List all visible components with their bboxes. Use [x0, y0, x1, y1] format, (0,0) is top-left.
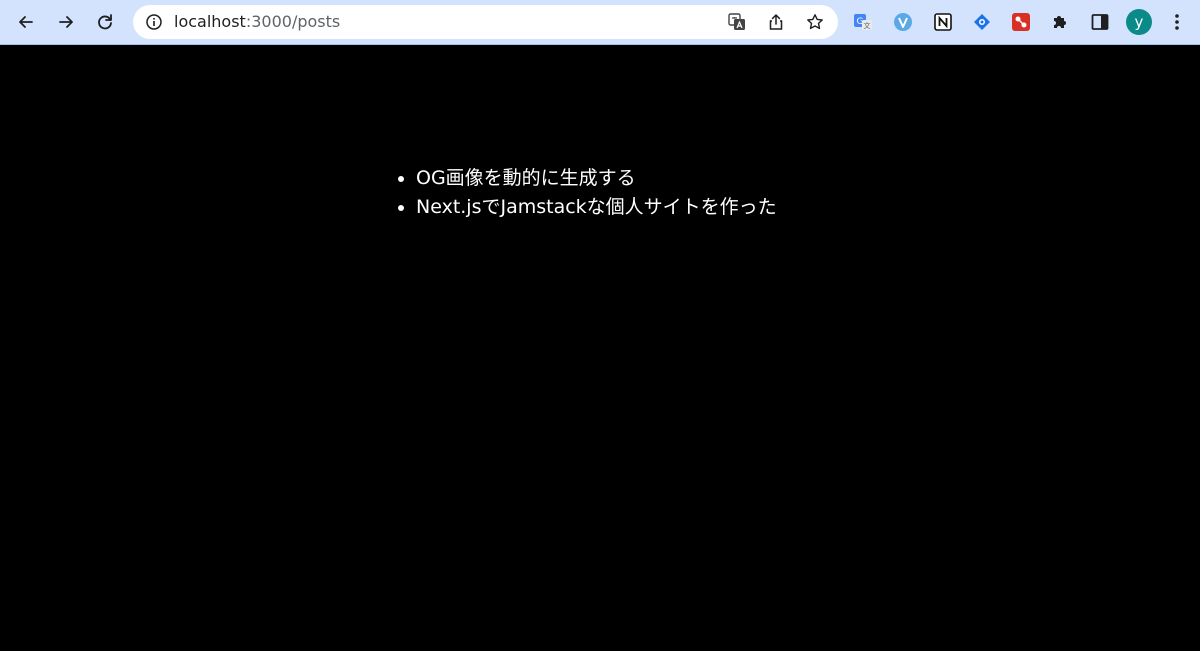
- share-button[interactable]: [765, 11, 787, 33]
- forward-button[interactable]: [51, 7, 81, 37]
- url-text[interactable]: localhost:3000/posts: [174, 12, 340, 32]
- star-icon: [807, 14, 823, 30]
- diamond-extension-icon: [974, 14, 990, 30]
- v-extension[interactable]: [892, 11, 914, 33]
- back-button[interactable]: [11, 7, 41, 37]
- side-panel-button[interactable]: [1089, 11, 1111, 33]
- post-title[interactable]: Next.jsでJamstackな個人サイトを作った: [416, 196, 777, 218]
- browser-toolbar: localhost:3000/posts G文 y: [0, 0, 1200, 45]
- browser-menu-button[interactable]: [1166, 11, 1188, 33]
- post-list-item[interactable]: OG画像を動的に生成する: [416, 164, 777, 193]
- puzzle-icon: [1054, 16, 1066, 28]
- kebab-menu-icon: [1175, 14, 1179, 30]
- red-extension[interactable]: [1010, 11, 1032, 33]
- google-translate-extension-icon: G文: [854, 14, 872, 30]
- url-path: :3000/posts: [245, 12, 341, 31]
- page-viewport: OG画像を動的に生成する Next.jsでJamstackな個人サイトを作った: [0, 46, 1200, 651]
- svg-text:文: 文: [864, 21, 871, 30]
- post-title[interactable]: OG画像を動的に生成する: [416, 167, 636, 189]
- notion-extension-icon: [934, 13, 952, 31]
- translate-button[interactable]: [726, 11, 748, 33]
- info-icon[interactable]: [145, 13, 163, 31]
- red-extension-icon: [1012, 13, 1030, 31]
- share-icon: [769, 14, 783, 30]
- address-bar[interactable]: localhost:3000/posts: [133, 5, 838, 39]
- google-translate-extension[interactable]: G文: [852, 11, 874, 33]
- bookmark-button[interactable]: [804, 11, 826, 33]
- diamond-extension[interactable]: [971, 11, 993, 33]
- back-arrow-icon: [19, 16, 33, 28]
- v-extension-icon: [894, 13, 912, 31]
- url-host: localhost: [174, 12, 246, 31]
- post-list: OG画像を動的に生成する Next.jsでJamstackな個人サイトを作った: [416, 164, 777, 222]
- translate-icon: [728, 13, 745, 30]
- side-panel-icon: [1091, 14, 1109, 30]
- profile-avatar[interactable]: y: [1126, 9, 1152, 35]
- reload-button[interactable]: [90, 7, 120, 37]
- forward-arrow-icon: [59, 16, 73, 28]
- notion-extension[interactable]: [932, 11, 954, 33]
- post-list-item[interactable]: Next.jsでJamstackな個人サイトを作った: [416, 193, 777, 222]
- reload-icon: [98, 14, 112, 30]
- extensions-button[interactable]: [1049, 11, 1071, 33]
